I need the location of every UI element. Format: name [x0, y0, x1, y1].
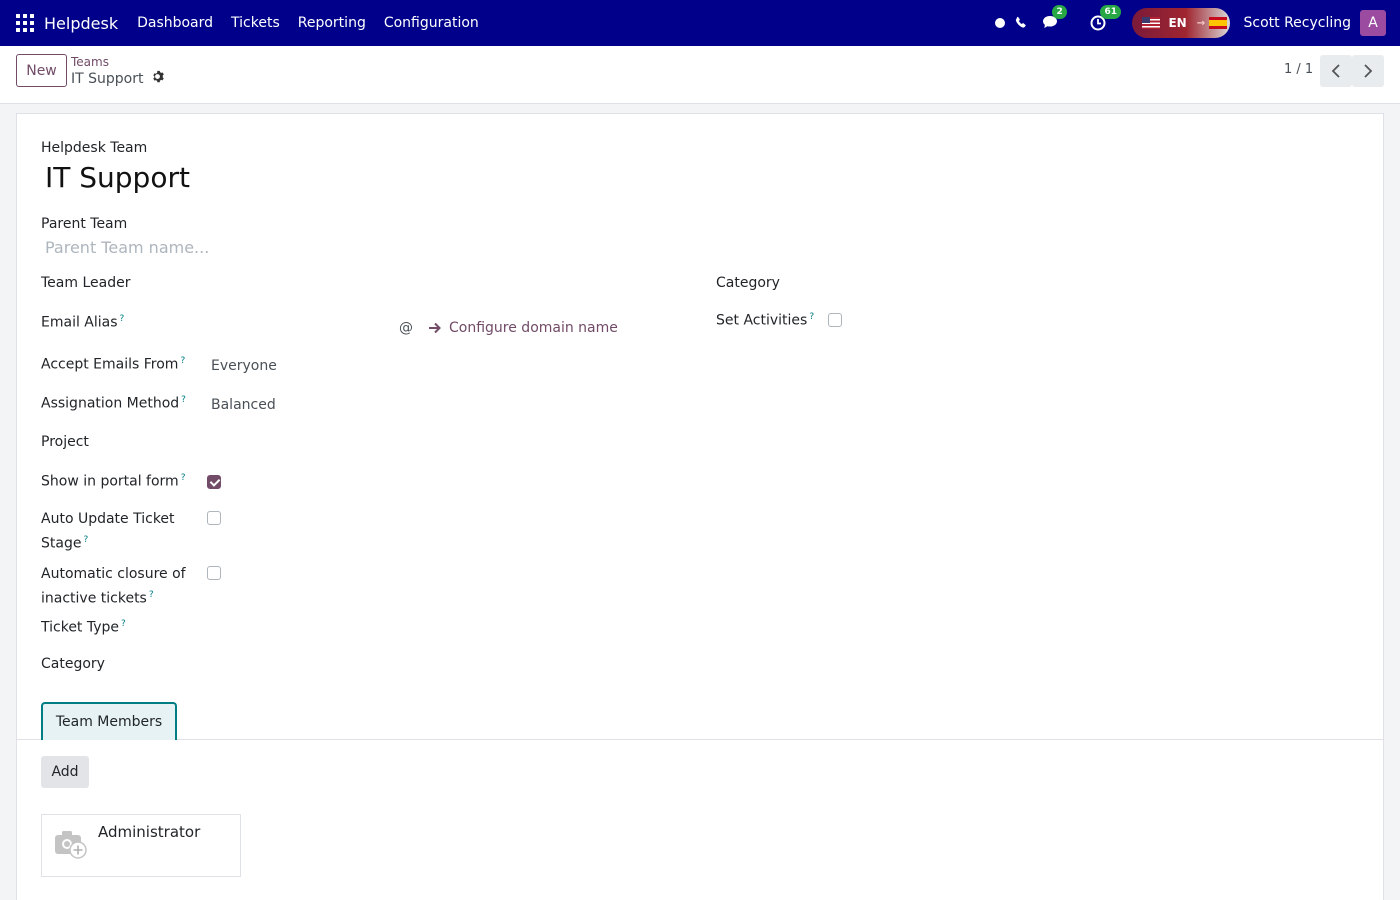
help-tooltip-icon[interactable]: ? — [83, 535, 88, 545]
ticket-type-label: Ticket Type? — [41, 619, 126, 636]
pager-next-button[interactable] — [1352, 55, 1384, 87]
user-avatar[interactable]: A — [1360, 10, 1386, 36]
help-tooltip-icon[interactable]: ? — [149, 590, 154, 600]
phone-icon[interactable] — [1014, 16, 1028, 30]
tab-divider — [17, 739, 1383, 740]
member-name: Administrator — [98, 823, 201, 841]
spain-flag-icon — [1209, 17, 1228, 29]
messages-icon[interactable]: 2 — [1042, 5, 1067, 31]
ticket-type-input[interactable] — [211, 615, 651, 641]
arrow-right-icon — [429, 322, 441, 334]
team-name-label: Helpdesk Team — [41, 140, 148, 156]
arrow-right-icon: → — [1196, 17, 1206, 29]
auto-close-line-1: Automatic closure of — [41, 566, 186, 582]
breadcrumb-teams[interactable]: Teams — [71, 55, 109, 69]
app-brand[interactable]: Helpdesk — [44, 14, 118, 33]
set-activities-checkbox[interactable] — [828, 313, 842, 327]
auto-update-stage-label: Auto Update Ticket Stage? — [41, 509, 175, 555]
auto-update-line-1: Auto Update Ticket — [41, 511, 175, 527]
category-input[interactable] — [211, 652, 651, 678]
category-right-input[interactable] — [886, 270, 1356, 296]
pager-previous-button[interactable] — [1320, 55, 1352, 87]
team-name-field[interactable]: IT Support — [45, 161, 190, 194]
accept-emails-label: Accept Emails From? — [41, 356, 185, 373]
apps-grid-icon[interactable] — [16, 14, 34, 32]
pager-value[interactable]: 1 / 1 — [1284, 62, 1313, 77]
portal-form-label: Show in portal form? — [41, 473, 185, 490]
language-switcher[interactable]: EN → — [1132, 8, 1231, 38]
accept-emails-select[interactable]: Everyone — [211, 358, 277, 374]
help-tooltip-icon[interactable]: ? — [120, 314, 125, 324]
camera-add-icon — [54, 829, 88, 863]
control-panel: New Teams IT Support 1 / 1 — [0, 46, 1400, 104]
set-activities-text: Set Activities — [716, 312, 808, 329]
configure-domain-text: Configure domain name — [449, 320, 618, 336]
status-dot-icon[interactable] — [995, 18, 1006, 28]
messages-badge: 2 — [1052, 5, 1067, 19]
top-navbar: Helpdesk Dashboard Tickets Reporting Con… — [0, 0, 1400, 46]
add-member-button[interactable]: Add — [41, 756, 89, 788]
project-input[interactable] — [211, 430, 651, 456]
auto-close-label: Automatic closure of inactive tickets? — [41, 564, 186, 610]
main-menu: Dashboard Tickets Reporting Configuratio… — [137, 15, 497, 31]
help-tooltip-icon[interactable]: ? — [809, 312, 814, 322]
category-right-label: Category — [716, 275, 780, 291]
help-tooltip-icon[interactable]: ? — [181, 473, 186, 483]
us-flag-icon — [1142, 17, 1161, 29]
auto-update-stage-checkbox[interactable] — [207, 511, 221, 525]
portal-form-checkbox[interactable] — [207, 475, 221, 489]
menu-configuration[interactable]: Configuration — [384, 15, 479, 31]
accept-emails-text: Accept Emails From — [41, 356, 179, 373]
assignation-method-text: Assignation Method — [41, 395, 180, 412]
company-switcher[interactable]: Scott Recycling — [1243, 15, 1351, 31]
configure-domain-link[interactable]: Configure domain name — [428, 320, 618, 336]
category-label: Category — [41, 656, 105, 672]
gear-icon[interactable] — [151, 70, 165, 87]
email-alias-input[interactable] — [211, 312, 396, 338]
auto-close-checkbox[interactable] — [207, 566, 221, 580]
help-tooltip-icon[interactable]: ? — [121, 619, 126, 629]
chevron-right-icon — [1364, 64, 1373, 78]
set-activities-label: Set Activities? — [716, 312, 814, 329]
menu-tickets[interactable]: Tickets — [231, 15, 280, 31]
member-card[interactable]: Administrator — [41, 814, 241, 877]
assignation-method-label: Assignation Method? — [41, 395, 186, 412]
auto-update-line-2: Stage — [41, 535, 82, 552]
chevron-left-icon — [1331, 64, 1340, 78]
assignation-method-select[interactable]: Balanced — [211, 397, 276, 413]
language-code: EN — [1168, 16, 1187, 30]
at-sign: @ — [399, 320, 413, 336]
activities-badge: 61 — [1100, 5, 1122, 19]
activities-clock-icon[interactable]: 61 — [1090, 5, 1122, 31]
new-button[interactable]: New — [16, 54, 67, 87]
portal-form-text: Show in portal form — [41, 473, 179, 490]
form-sheet — [16, 113, 1384, 900]
breadcrumb-current-record: IT Support — [71, 70, 144, 87]
breadcrumb: IT Support — [71, 70, 165, 87]
parent-team-label: Parent Team — [41, 216, 128, 232]
project-label: Project — [41, 434, 89, 450]
menu-dashboard[interactable]: Dashboard — [137, 15, 213, 31]
email-alias-text: Email Alias — [41, 314, 118, 331]
tab-team-members[interactable]: Team Members — [41, 702, 177, 740]
help-tooltip-icon[interactable]: ? — [181, 395, 186, 405]
team-leader-label: Team Leader — [41, 275, 131, 291]
team-leader-input[interactable] — [211, 270, 651, 296]
auto-close-line-2: inactive tickets — [41, 590, 147, 607]
menu-reporting[interactable]: Reporting — [298, 15, 366, 31]
ticket-type-text: Ticket Type — [41, 619, 120, 636]
parent-team-input[interactable]: Parent Team name... — [45, 238, 209, 257]
email-alias-label: Email Alias? — [41, 314, 124, 331]
navbar-systray: 2 61 EN → Scott Recycling A — [995, 0, 1386, 46]
help-tooltip-icon[interactable]: ? — [180, 356, 185, 366]
